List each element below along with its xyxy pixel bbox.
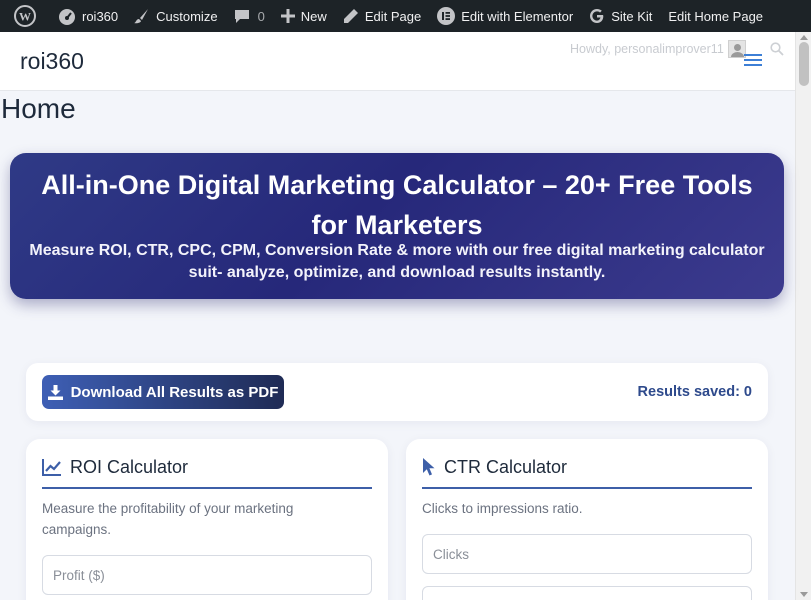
chart-line-icon — [42, 459, 61, 476]
page-title: Home — [1, 93, 76, 124]
site-kit-label: Site Kit — [611, 8, 653, 24]
roi-card-header: ROI Calculator — [42, 457, 372, 489]
edit-page-button[interactable]: Edit Page — [335, 0, 429, 32]
search-icon[interactable] — [770, 42, 784, 61]
wordpress-icon: W — [14, 5, 36, 27]
ctr-card-description: Clicks to impressions ratio. — [422, 501, 583, 516]
edit-page-label: Edit Page — [364, 8, 422, 24]
ctr-card-header: CTR Calculator — [422, 457, 752, 489]
roi-card-title: ROI Calculator — [70, 457, 189, 477]
ctr-card-title: CTR Calculator — [444, 457, 568, 477]
roi-card-description: Measure the profitability of your market… — [42, 501, 294, 537]
download-pdf-label: Download All Results as PDF — [70, 383, 279, 401]
edit-home-page-button[interactable]: Edit Home Page — [660, 0, 771, 32]
scroll-down-arrow-icon[interactable] — [800, 592, 808, 597]
account-menu[interactable]: Howdy, personalimprover11 — [570, 40, 746, 58]
cursor-icon — [423, 458, 435, 476]
wordpress-logo-button[interactable]: W — [6, 0, 50, 32]
ctr-impressions-input[interactable] — [422, 586, 752, 600]
site-name-menu[interactable]: roi360 — [50, 0, 126, 32]
pencil-icon — [343, 9, 358, 23]
new-content-button[interactable]: New — [273, 0, 335, 32]
hero-title: All-in-One Digital Marketing Calculator … — [41, 170, 753, 240]
scroll-up-arrow-icon[interactable] — [800, 35, 808, 40]
howdy-label: Howdy, personalimprover11 — [570, 42, 724, 56]
ctr-calculator-card: CTR Calculator Clicks to impressions rat… — [406, 439, 768, 600]
site-name-label: roi360 — [82, 8, 119, 24]
site-header: roi360 Howdy, personalimprover11 — [0, 32, 795, 91]
ctr-clicks-input[interactable] — [422, 534, 752, 574]
new-label: New — [300, 8, 327, 24]
vertical-scrollbar[interactable] — [795, 32, 811, 600]
wp-admin-bar: W roi360 Customize 0 New Edit Page Edit … — [0, 0, 811, 32]
hero-banner: All-in-One Digital Marketing Calculator … — [10, 153, 784, 299]
edit-elementor-label: Edit with Elementor — [461, 8, 574, 24]
comments-count: 0 — [257, 8, 265, 24]
elementor-icon — [437, 7, 456, 25]
roi-calculator-card: ROI Calculator Measure the profitability… — [26, 439, 388, 600]
plus-icon — [280, 9, 295, 23]
roi-profit-input[interactable] — [42, 555, 372, 595]
scrollbar-thumb[interactable] — [799, 42, 809, 86]
menu-hamburger-icon[interactable] — [744, 54, 762, 68]
download-icon — [47, 384, 63, 400]
customize-label: Customize — [156, 8, 218, 24]
google-g-icon — [590, 9, 604, 23]
comment-bubble-icon — [234, 10, 249, 23]
results-saved-counter: Results saved: 0 — [637, 384, 752, 400]
svg-text:W: W — [19, 10, 31, 24]
paintbrush-icon — [134, 9, 149, 24]
site-title[interactable]: roi360 — [20, 48, 84, 75]
site-kit-button[interactable]: Site Kit — [581, 0, 660, 32]
hero-subtitle: Measure ROI, CTR, CPC, CPM, Conversion R… — [29, 242, 765, 281]
download-pdf-button[interactable]: Download All Results as PDF — [42, 375, 284, 409]
edit-home-label: Edit Home Page — [668, 8, 764, 24]
dashboard-gauge-icon — [59, 9, 75, 25]
customize-button[interactable]: Customize — [126, 0, 225, 32]
comments-button[interactable]: 0 — [226, 0, 273, 32]
edit-elementor-button[interactable]: Edit with Elementor — [429, 0, 581, 32]
results-action-bar: Download All Results as PDF Results save… — [26, 363, 768, 421]
